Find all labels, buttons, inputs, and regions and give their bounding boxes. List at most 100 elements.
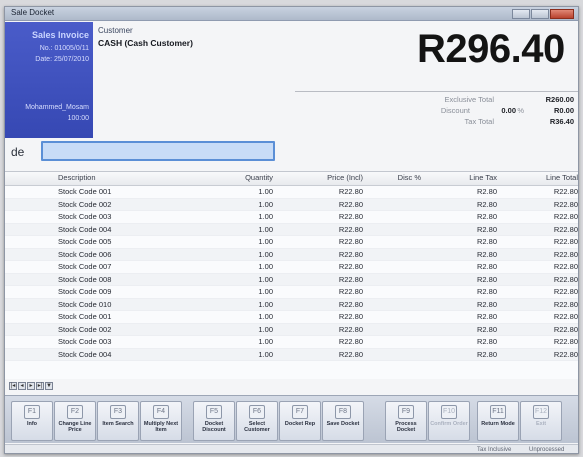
- cell-description: Stock Code 005: [58, 237, 112, 246]
- first-record-icon[interactable]: |◂: [9, 382, 17, 390]
- grand-total: R296.40: [417, 27, 565, 71]
- tax-total-label: Tax Total: [464, 117, 494, 126]
- header-line-total[interactable]: Line Total: [546, 173, 578, 182]
- header-price[interactable]: Price (Incl): [327, 173, 363, 182]
- filter-icon[interactable]: ▼: [45, 382, 53, 390]
- cell-price: R22.80: [338, 262, 363, 271]
- discount-value: R0.00: [553, 106, 574, 115]
- table-row[interactable]: Stock Code 001 1.00 R22.80 R2.80 R22.80: [5, 186, 578, 199]
- function-key-f6[interactable]: F6 Select Customer: [236, 401, 278, 441]
- table-row[interactable]: Stock Code 010 1.00 R22.80 R2.80 R22.80: [5, 298, 578, 311]
- cell-description: Stock Code 004: [58, 224, 112, 234]
- table-row[interactable]: Stock Code 005 1.00 R22.80 R2.80 R22.80: [5, 236, 578, 249]
- cell-line-total: R22.80: [553, 249, 578, 259]
- cell-line-tax: R2.80: [476, 224, 497, 234]
- docket-state-status: Unprocessed: [529, 447, 565, 453]
- cell-price: R22.80: [338, 249, 363, 259]
- function-key-label: Process Docket: [395, 421, 417, 433]
- cell-price: R22.80: [338, 349, 363, 359]
- cell-quantity: 1.00: [258, 262, 273, 271]
- previous-record-icon[interactable]: ◂: [18, 382, 26, 390]
- table-row[interactable]: Stock Code 007 1.00 R22.80 R2.80 R22.80: [5, 261, 578, 274]
- cell-line-tax: R2.80: [476, 237, 497, 246]
- function-key-f1[interactable]: F1 Info: [11, 401, 53, 441]
- last-record-icon[interactable]: ▸|: [36, 382, 44, 390]
- cell-quantity: 1.00: [258, 274, 273, 284]
- function-key-label: Docket Rep: [284, 421, 316, 427]
- function-key-badge: F12: [533, 405, 549, 419]
- window-title: Sale Docket: [11, 8, 55, 17]
- document-type: Sales Invoice: [31, 30, 89, 40]
- minimize-button[interactable]: [512, 9, 530, 19]
- cell-line-total: R22.80: [553, 299, 578, 309]
- function-key-label: Confirm Order: [430, 421, 468, 427]
- function-key-badge: F4: [153, 405, 169, 419]
- document-date: Date: 25/07/2010: [35, 56, 89, 63]
- user-name: Mohammed_Mosam: [25, 104, 89, 111]
- cell-line-total: R22.80: [553, 337, 578, 346]
- cell-line-total: R22.80: [553, 224, 578, 234]
- table-row[interactable]: Stock Code 003 1.00 R22.80 R2.80 R22.80: [5, 336, 578, 349]
- line-items-grid[interactable]: Description Quantity Price (Incl) Disc %…: [5, 171, 578, 379]
- function-key-f9[interactable]: F9 Process Docket: [385, 401, 427, 441]
- customer-label: Customer: [98, 26, 133, 35]
- header-quantity[interactable]: Quantity: [245, 173, 273, 182]
- cell-description: Stock Code 003: [58, 337, 112, 346]
- function-key-label: Exit: [535, 421, 547, 427]
- table-row[interactable]: Stock Code 004 1.00 R22.80 R2.80 R22.80: [5, 223, 578, 236]
- function-key-label: Item Search: [102, 421, 134, 427]
- cell-line-tax: R2.80: [476, 312, 497, 321]
- cell-quantity: 1.00: [258, 349, 273, 359]
- cell-line-total: R22.80: [553, 312, 578, 321]
- grid-navigator: |◂ ◂ ▸ ▸| ▼: [9, 382, 53, 392]
- cell-description: Stock Code 002: [58, 199, 112, 209]
- maximize-button[interactable]: [531, 9, 549, 19]
- function-key-f4[interactable]: F4 Multiply Next Item: [140, 401, 182, 441]
- table-row[interactable]: Stock Code 004 1.00 R22.80 R2.80 R22.80: [5, 348, 578, 361]
- stock-code-input[interactable]: [41, 141, 275, 161]
- function-key-f7[interactable]: F7 Docket Rep: [279, 401, 321, 441]
- function-key-f8[interactable]: F8 Save Docket: [322, 401, 364, 441]
- header-description[interactable]: Description: [58, 173, 96, 182]
- cell-price: R22.80: [338, 274, 363, 284]
- function-key-f12[interactable]: F12 Exit: [520, 401, 562, 441]
- table-row[interactable]: Stock Code 008 1.00 R22.80 R2.80 R22.80: [5, 273, 578, 286]
- tax-total-row: Tax Total R36.40: [295, 117, 578, 128]
- function-key-badge: F7: [292, 405, 308, 419]
- header-discount[interactable]: Disc %: [398, 173, 421, 182]
- tax-mode-status: Tax Inclusive: [477, 447, 512, 453]
- cell-line-tax: R2.80: [476, 299, 497, 309]
- cell-line-total: R22.80: [553, 349, 578, 359]
- function-key-badge: F5: [206, 405, 222, 419]
- cell-line-total: R22.80: [553, 237, 578, 246]
- table-row[interactable]: Stock Code 006 1.00 R22.80 R2.80 R22.80: [5, 248, 578, 261]
- function-key-f5[interactable]: F5 Docket Discount: [193, 401, 235, 441]
- cell-quantity: 1.00: [258, 337, 273, 346]
- code-label: de: [11, 145, 25, 159]
- till-number: 100:00: [67, 115, 89, 122]
- header-line-tax[interactable]: Line Tax: [469, 173, 497, 182]
- function-key-f2[interactable]: F2 Change Line Price: [54, 401, 96, 441]
- cell-quantity: 1.00: [258, 287, 273, 296]
- sale-docket-window: Sale Docket Sales Invoice No.: 01005/0/1…: [4, 6, 579, 454]
- close-button[interactable]: [550, 9, 574, 19]
- function-key-label: Save Docket: [326, 421, 360, 427]
- customer-name[interactable]: CASH (Cash Customer): [98, 38, 193, 48]
- function-key-label: Multiply Next Item: [143, 421, 179, 433]
- exclusive-total-label: Exclusive Total: [444, 95, 494, 104]
- table-row[interactable]: Stock Code 001 1.00 R22.80 R2.80 R22.80: [5, 311, 578, 324]
- discount-percent[interactable]: 0.00: [501, 106, 516, 115]
- function-key-f11[interactable]: F11 Return Mode: [477, 401, 519, 441]
- table-row[interactable]: Stock Code 002 1.00 R22.80 R2.80 R22.80: [5, 323, 578, 336]
- cell-quantity: 1.00: [258, 199, 273, 209]
- function-key-f3[interactable]: F3 Item Search: [97, 401, 139, 441]
- cell-line-tax: R2.80: [476, 349, 497, 359]
- document-number: No.: 01005/0/11: [39, 45, 89, 52]
- table-row[interactable]: Stock Code 003 1.00 R22.80 R2.80 R22.80: [5, 211, 578, 224]
- table-row[interactable]: Stock Code 009 1.00 R22.80 R2.80 R22.80: [5, 286, 578, 299]
- next-record-icon[interactable]: ▸: [27, 382, 35, 390]
- title-bar[interactable]: Sale Docket: [5, 7, 578, 21]
- table-row[interactable]: Stock Code 002 1.00 R22.80 R2.80 R22.80: [5, 198, 578, 211]
- function-key-f10[interactable]: F10 Confirm Order: [428, 401, 470, 441]
- cell-description: Stock Code 001: [58, 312, 112, 321]
